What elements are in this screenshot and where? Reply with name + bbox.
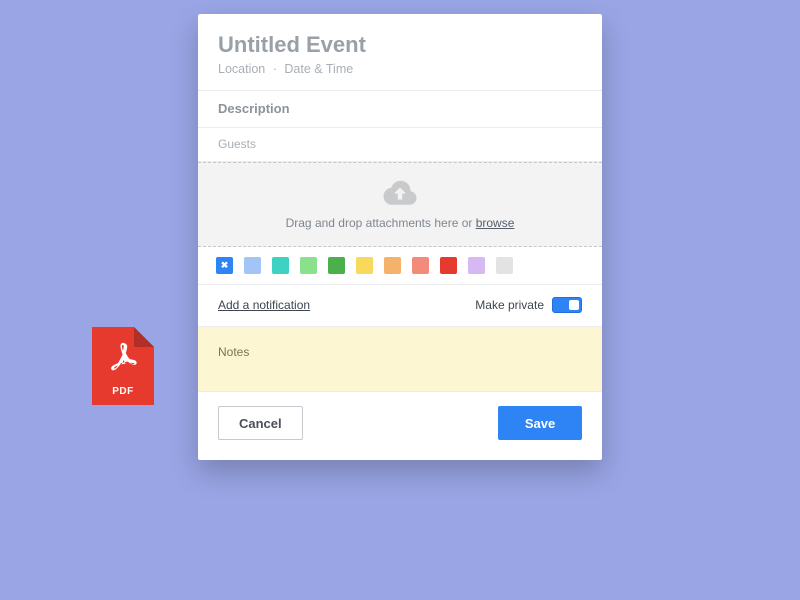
color-swatch-6[interactable]: [384, 257, 401, 274]
pdf-file[interactable]: PDF: [92, 327, 154, 405]
attachment-dropzone[interactable]: Drag and drop attachments here or browse: [198, 162, 602, 247]
dialog-footer: Cancel Save: [198, 392, 602, 460]
make-private-label: Make private: [475, 298, 544, 312]
color-swatch-7[interactable]: [412, 257, 429, 274]
browse-link[interactable]: browse: [476, 216, 515, 230]
color-swatch-4[interactable]: [328, 257, 345, 274]
guests-field[interactable]: Guests: [198, 128, 602, 162]
adobe-acrobat-icon: [106, 340, 140, 374]
event-subline: Location · Date & Time: [218, 62, 582, 76]
color-swatch-10[interactable]: [496, 257, 513, 274]
add-notification-link[interactable]: Add a notification: [218, 298, 310, 312]
event-dialog: Untitled Event Location · Date & Time De…: [198, 14, 602, 460]
private-toggle[interactable]: [552, 297, 582, 313]
color-swatch-2[interactable]: [272, 257, 289, 274]
save-button[interactable]: Save: [498, 406, 582, 440]
subline-separator: ·: [273, 62, 277, 76]
cancel-button[interactable]: Cancel: [218, 406, 303, 440]
color-swatch-3[interactable]: [300, 257, 317, 274]
event-title-input[interactable]: Untitled Event: [218, 32, 582, 58]
make-private-group: Make private: [475, 297, 582, 313]
color-swatch-9[interactable]: [468, 257, 485, 274]
location-field[interactable]: Location: [218, 62, 265, 76]
description-field[interactable]: Description: [198, 91, 602, 128]
color-swatch-8[interactable]: [440, 257, 457, 274]
dropzone-text: Drag and drop attachments here or browse: [208, 216, 592, 230]
color-swatch-1[interactable]: [244, 257, 261, 274]
datetime-field[interactable]: Date & Time: [284, 62, 353, 76]
pdf-label: PDF: [92, 386, 154, 397]
notes-field[interactable]: Notes: [198, 327, 602, 392]
cloud-upload-icon: [382, 177, 418, 207]
dialog-header: Untitled Event Location · Date & Time: [198, 14, 602, 91]
toggle-knob: [569, 300, 579, 310]
color-swatch-0[interactable]: [216, 257, 233, 274]
color-swatch-5[interactable]: [356, 257, 373, 274]
options-row: Add a notification Make private: [198, 285, 602, 327]
color-swatches: [198, 247, 602, 285]
